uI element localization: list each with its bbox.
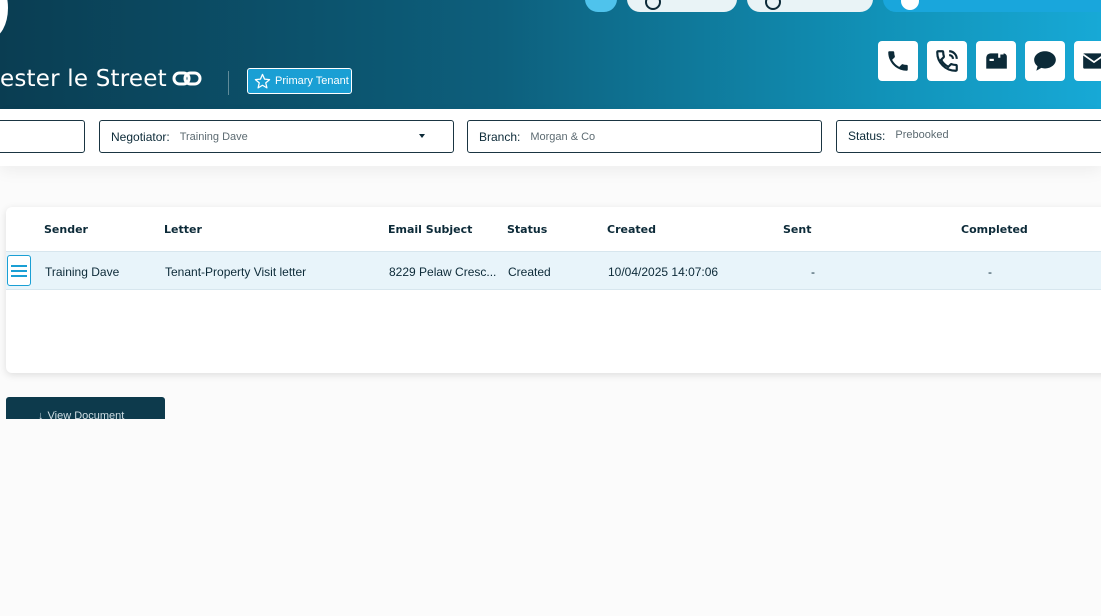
page-title: ester le Street bbox=[0, 66, 167, 92]
status-value: Prebooked bbox=[895, 129, 949, 141]
cell-sender: Training Dave bbox=[45, 265, 120, 279]
clock-icon bbox=[645, 0, 661, 10]
cell-email-subject: 8229 Pelaw Cresc... bbox=[389, 265, 497, 279]
column-header-sender[interactable]: Sender bbox=[44, 223, 88, 236]
avatar[interactable] bbox=[0, 0, 8, 38]
filter-field[interactable] bbox=[0, 120, 85, 153]
column-header-sent[interactable]: Sent bbox=[783, 223, 811, 236]
email-button[interactable] bbox=[1074, 41, 1101, 81]
phone-icon bbox=[888, 51, 908, 71]
cell-sent: - bbox=[811, 265, 815, 279]
top-pill-button[interactable] bbox=[747, 0, 873, 12]
letter-button[interactable] bbox=[976, 41, 1016, 81]
top-pill-button[interactable] bbox=[883, 0, 1101, 12]
negotiator-select[interactable]: Negotiator: Training Dave bbox=[99, 120, 454, 153]
call-button[interactable] bbox=[878, 41, 918, 81]
negotiator-value: Training Dave bbox=[179, 130, 248, 143]
bell-icon bbox=[765, 0, 781, 10]
branch-field[interactable]: Branch: Morgan & Co bbox=[467, 120, 822, 153]
column-header-created[interactable]: Created bbox=[607, 223, 656, 236]
branch-label: Branch: bbox=[479, 129, 521, 144]
sms-button[interactable] bbox=[1025, 41, 1065, 81]
chevron-down-icon bbox=[419, 134, 425, 138]
column-header-completed[interactable]: Completed bbox=[961, 223, 1028, 236]
letters-table: Sender Letter Email Subject Status Creat… bbox=[6, 207, 1101, 373]
property-header: ester le Street Primary Tenant bbox=[0, 0, 1101, 109]
primary-tenant-badge[interactable]: Primary Tenant bbox=[247, 68, 352, 94]
top-pill-button[interactable] bbox=[585, 0, 617, 12]
row-menu-button[interactable] bbox=[7, 255, 31, 286]
call-log-button[interactable] bbox=[927, 41, 967, 81]
filter-bar: Negotiator: Training Dave Branch: Morgan… bbox=[0, 109, 1101, 166]
cell-completed: - bbox=[988, 265, 992, 279]
cell-created: 10/04/2025 14:07:06 bbox=[608, 265, 719, 279]
divider bbox=[228, 71, 229, 95]
cell-letter: Tenant-Property Visit letter bbox=[165, 265, 307, 279]
status-field[interactable]: Status: Prebooked bbox=[836, 120, 1101, 153]
hamburger-icon bbox=[11, 264, 27, 277]
view-document-button[interactable]: ↓ View Document bbox=[6, 397, 165, 419]
view-document-label: View Document bbox=[47, 410, 125, 419]
chat-bubble-icon bbox=[1034, 51, 1056, 71]
table-row[interactable]: Training Dave Tenant-Property Visit lett… bbox=[6, 251, 1101, 290]
primary-tenant-label: Primary Tenant bbox=[275, 75, 349, 87]
download-icon: ↓ bbox=[38, 410, 44, 419]
negotiator-label: Negotiator: bbox=[111, 129, 170, 144]
column-header-email-subject[interactable]: Email Subject bbox=[388, 223, 472, 236]
cell-status: Created bbox=[508, 265, 551, 279]
column-header-letter[interactable]: Letter bbox=[164, 223, 202, 236]
star-icon bbox=[254, 73, 271, 89]
mailbox-icon bbox=[986, 51, 1007, 69]
top-pill-button[interactable] bbox=[627, 0, 737, 12]
status-label: Status: bbox=[848, 129, 886, 143]
phone-ringing-icon bbox=[936, 50, 958, 72]
envelope-icon bbox=[1082, 53, 1101, 69]
link-icon[interactable] bbox=[172, 68, 204, 90]
column-header-status[interactable]: Status bbox=[507, 223, 547, 236]
branch-value: Morgan & Co bbox=[530, 130, 596, 143]
